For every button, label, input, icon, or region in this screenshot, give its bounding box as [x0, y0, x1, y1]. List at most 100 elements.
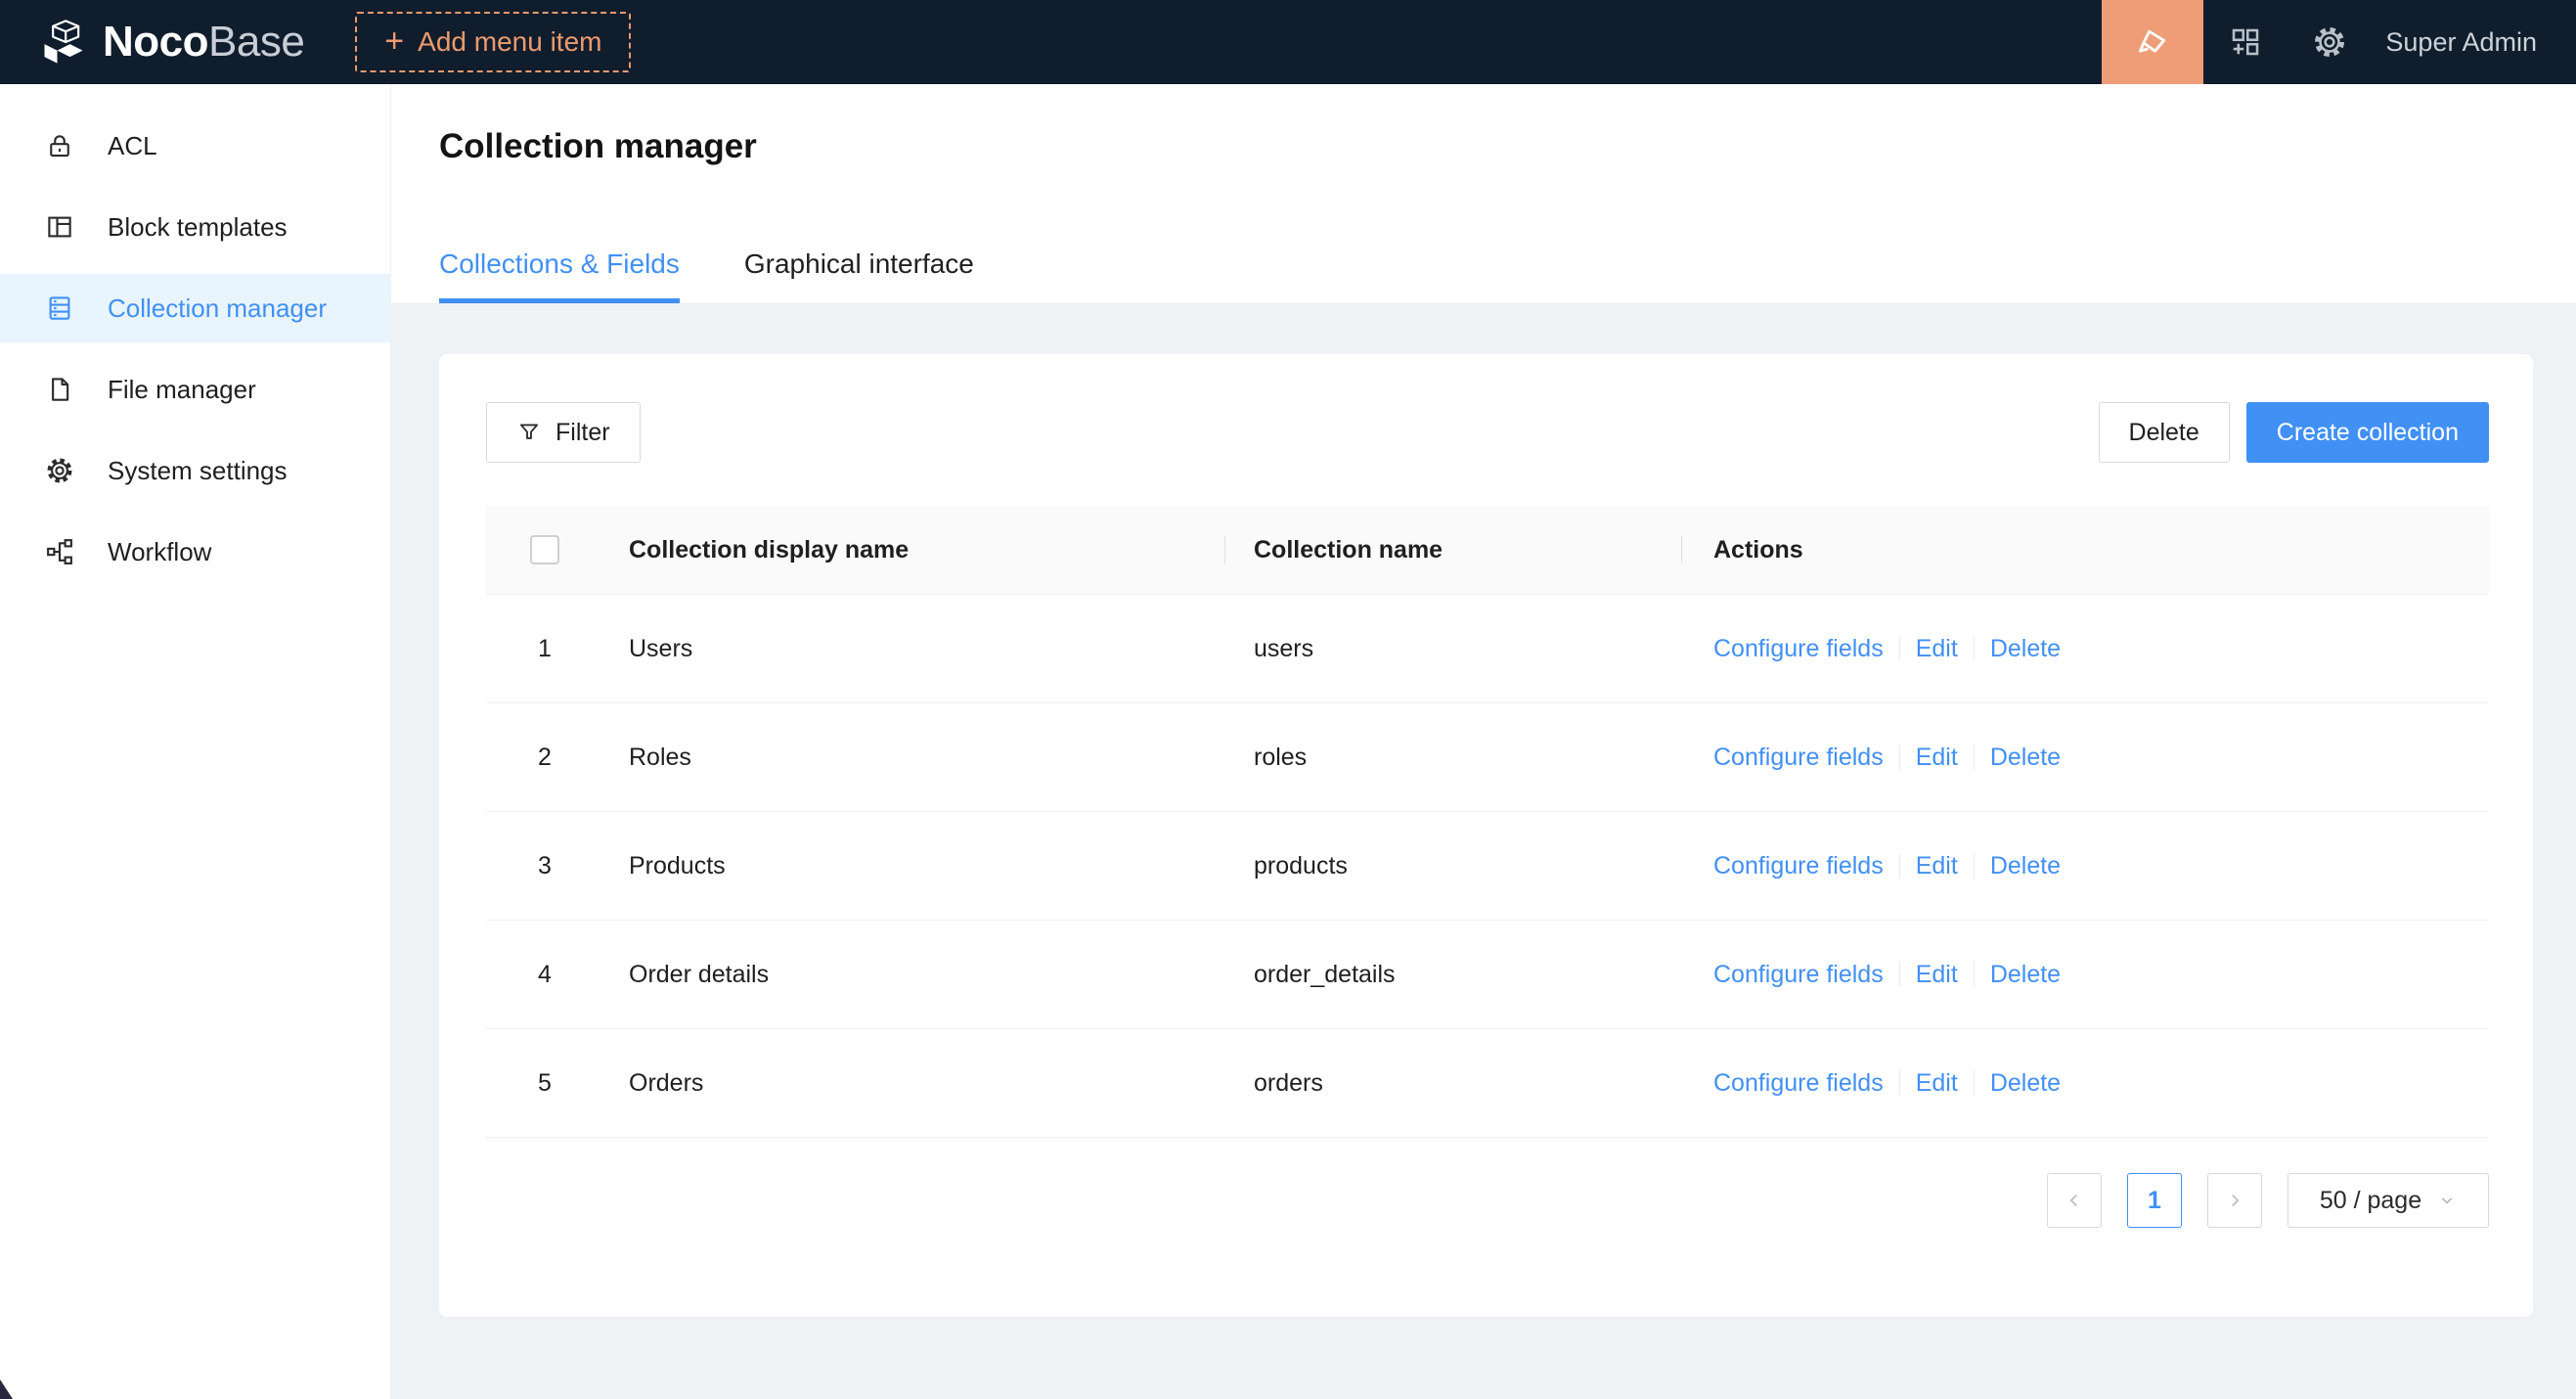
tab-graphical-interface[interactable]: Graphical interface	[744, 248, 974, 303]
page-size-select[interactable]: 50 / page	[2287, 1173, 2489, 1228]
filter-button[interactable]: Filter	[486, 402, 641, 463]
content-area: Filter Delete Create collection Collecti…	[391, 304, 2576, 1399]
tabs-bar: Collections & Fields Graphical interface	[439, 248, 974, 303]
collection-name-cell: roles	[1224, 744, 1681, 772]
actions-cell: Configure fields Edit Delete	[1681, 635, 2489, 663]
table-header-row: Collection display name Collection name …	[486, 506, 2489, 595]
select-all-checkbox[interactable]	[530, 535, 559, 564]
prev-page-button[interactable]	[2047, 1173, 2102, 1228]
navbar-right-group: Super Admin	[2102, 0, 2576, 84]
row-index-cell: 3	[486, 852, 603, 880]
table-body: 1UsersusersConfigure fieldsEditDelete2Ro…	[486, 595, 2489, 1138]
table-row: 2Rolesroles Configure fields Edit Delete	[486, 703, 2489, 812]
gear-icon	[45, 456, 74, 485]
edit-link[interactable]: Edit	[1916, 1069, 1958, 1098]
configure-fields-link[interactable]: Configure fields	[1713, 852, 1884, 880]
highlighter-icon	[2133, 23, 2172, 62]
user-menu[interactable]: Super Admin	[2385, 27, 2537, 58]
page-1-button[interactable]: 1	[2127, 1173, 2182, 1228]
collection-name-cell: order_details	[1224, 961, 1681, 989]
sidebar-item-system-settings[interactable]: System settings	[0, 436, 390, 505]
display-name-cell: Order details	[603, 961, 1224, 989]
collections-card: Filter Delete Create collection Collecti…	[439, 354, 2533, 1317]
gear-icon	[2312, 24, 2347, 60]
configure-fields-link[interactable]: Configure fields	[1713, 961, 1884, 989]
ui-editor-button[interactable]	[2102, 0, 2203, 84]
action-divider	[1899, 962, 1900, 987]
nocobase-logo: NocoBase	[38, 17, 304, 68]
table-row: 3ProductsproductsConfigure fieldsEditDel…	[486, 812, 2489, 921]
appstore-add-icon	[2228, 24, 2263, 60]
sidebar-item-label: ACL	[108, 131, 157, 161]
page-header: Collection manager Collections & Fields …	[391, 84, 2576, 304]
edit-link[interactable]: Edit	[1916, 744, 1958, 772]
configure-fields-link[interactable]: Configure fields	[1713, 744, 1884, 772]
add-menu-item-label: Add menu item	[418, 26, 601, 58]
edit-link[interactable]: Edit	[1916, 635, 1958, 663]
add-menu-item-button[interactable]: + Add menu item	[355, 12, 631, 72]
card-toolbar: Filter Delete Create collection	[486, 402, 2489, 463]
funnel-icon	[516, 420, 542, 445]
sidebar-item-workflow[interactable]: Workflow	[0, 518, 390, 586]
main-area: Collection manager Collections & Fields …	[391, 84, 2576, 1399]
column-header-actions: Actions	[1681, 536, 2489, 564]
edit-link[interactable]: Edit	[1916, 961, 1958, 989]
row-index-cell: 2	[486, 744, 603, 772]
table-row: 1Usersusers Configure fields Edit Delete	[486, 595, 2489, 703]
action-divider	[1899, 636, 1900, 661]
sidebar-item-label: Collection manager	[108, 293, 327, 324]
create-collection-button[interactable]: Create collection	[2246, 402, 2489, 463]
tab-collections-fields[interactable]: Collections & Fields	[439, 248, 680, 303]
delete-link[interactable]: Delete	[1990, 961, 2061, 989]
configure-fields-link[interactable]: Configure fields	[1713, 1069, 1884, 1098]
cursor-artifact	[0, 1379, 13, 1399]
sidebar-item-file-manager[interactable]: File manager	[0, 355, 390, 424]
sidebar-item-label: Workflow	[108, 537, 211, 567]
sidebar: ACL Block templates Collection manager F…	[0, 84, 391, 1399]
action-divider	[1974, 745, 1975, 770]
delete-link[interactable]: Delete	[1990, 744, 2061, 772]
select-all-cell	[486, 535, 603, 564]
pagination: 1 50 / page	[486, 1173, 2489, 1228]
system-settings-button[interactable]	[2287, 0, 2372, 84]
action-divider	[1899, 745, 1900, 770]
action-divider	[1974, 636, 1975, 661]
display-name-cell: Roles	[603, 744, 1224, 772]
sidebar-item-label: System settings	[108, 456, 288, 486]
delete-link[interactable]: Delete	[1990, 1069, 2061, 1098]
action-divider	[1974, 1070, 1975, 1096]
delete-button[interactable]: Delete	[2099, 402, 2230, 463]
actions-cell: Configure fields Edit Delete	[1681, 1069, 2489, 1098]
row-index-cell: 5	[486, 1069, 603, 1098]
collection-name-cell: orders	[1224, 1069, 1681, 1098]
row-index-cell: 1	[486, 635, 603, 663]
toolbar-right-group: Delete Create collection	[2099, 402, 2489, 463]
sidebar-item-block-templates[interactable]: Block templates	[0, 193, 390, 261]
column-header-name: Collection name	[1224, 536, 1681, 564]
page-title: Collection manager	[439, 127, 757, 166]
top-navbar: NocoBase + Add menu item	[0, 0, 2576, 84]
plus-icon: +	[384, 24, 404, 58]
next-page-button[interactable]	[2207, 1173, 2262, 1228]
plugins-button[interactable]	[2203, 0, 2287, 84]
delete-link[interactable]: Delete	[1990, 635, 2061, 663]
lock-icon	[45, 131, 74, 160]
display-name-cell: Users	[603, 635, 1224, 663]
page-size-value: 50 / page	[2320, 1187, 2421, 1215]
collection-name-cell: users	[1224, 635, 1681, 663]
configure-fields-link[interactable]: Configure fields	[1713, 635, 1884, 663]
collections-table: Collection display name Collection name …	[486, 506, 2489, 1138]
edit-link[interactable]: Edit	[1916, 852, 1958, 880]
collection-name-cell: products	[1224, 852, 1681, 880]
action-divider	[1899, 1070, 1900, 1096]
workflow-icon	[45, 537, 74, 566]
cube-logo-icon	[38, 17, 89, 68]
sidebar-item-collection-manager[interactable]: Collection manager	[0, 274, 390, 342]
chevron-down-icon	[2437, 1191, 2457, 1210]
sidebar-item-acl[interactable]: ACL	[0, 112, 390, 180]
chevron-left-icon	[2064, 1190, 2085, 1211]
actions-cell: Configure fields Edit Delete	[1681, 744, 2489, 772]
delete-link[interactable]: Delete	[1990, 852, 2061, 880]
row-index-cell: 4	[486, 961, 603, 989]
logo-wordmark: NocoBase	[103, 18, 304, 67]
